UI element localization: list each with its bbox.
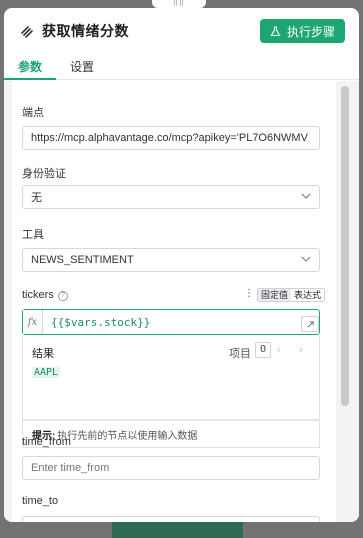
- chevron-right-icon[interactable]: ›: [299, 344, 303, 356]
- result-value: AAPL: [32, 367, 61, 378]
- tool-select[interactable]: NEWS_SENTIMENT: [22, 248, 320, 272]
- time-from-label: time_from: [22, 436, 71, 448]
- value-mode-toggle: 固定值 表达式: [257, 288, 326, 302]
- execute-step-button[interactable]: 执行步骤: [259, 19, 345, 43]
- expression-result-panel: 结果 项目 0 ‹ › AAPL: [22, 336, 320, 420]
- time-to-input[interactable]: [22, 516, 320, 522]
- open-editor-icon[interactable]: [301, 316, 319, 332]
- expression-text[interactable]: {{$vars.stock}}: [43, 316, 150, 329]
- mode-fixed-option[interactable]: 固定值: [258, 289, 292, 301]
- more-vertical-icon[interactable]: ⋮: [244, 287, 254, 301]
- mode-expression-option[interactable]: 表达式: [291, 289, 325, 301]
- scrollbar[interactable]: [341, 86, 349, 406]
- tab-parameters[interactable]: 参数: [4, 54, 57, 80]
- items-count[interactable]: 0: [255, 342, 271, 358]
- chevron-down-icon: [301, 193, 311, 199]
- fx-icon: fx: [23, 310, 43, 334]
- info-icon[interactable]: ?: [57, 291, 68, 301]
- tab-settings[interactable]: 设置: [56, 54, 108, 80]
- endpoint-input[interactable]: https://mcp.alphavantage.co/mcp?apikey='…: [22, 126, 320, 150]
- time-to-label: time_to: [22, 495, 59, 507]
- auth-select-value: 无: [31, 192, 42, 204]
- parameters-card: 端点 https://mcp.alphavantage.co/mcp?apike…: [12, 81, 336, 522]
- node-title[interactable]: 获取情绪分数: [42, 21, 129, 41]
- hint-text: 执行先前的节点以使用输入数据: [57, 430, 198, 442]
- chevron-left-icon[interactable]: ‹: [277, 344, 281, 356]
- execute-step-label: 执行步骤: [286, 24, 335, 39]
- chevron-down-icon: [301, 256, 311, 262]
- tickers-expression-input[interactable]: fx {{$vars.stock}}: [22, 309, 320, 335]
- tool-label: 工具: [22, 229, 44, 241]
- tickers-label: tickers?: [22, 289, 68, 301]
- flask-icon: [270, 25, 281, 36]
- tickers-label-text: tickers: [22, 289, 54, 301]
- node-details-panel: 获取情绪分数 执行步骤 参数 设置 端点 https://mcp.alphava…: [4, 8, 359, 522]
- auth-label: 身份验证: [22, 168, 66, 180]
- tool-select-value: NEWS_SENTIMENT: [31, 254, 134, 266]
- time-from-input[interactable]: [22, 456, 320, 480]
- node-tool-icon: [21, 26, 33, 38]
- items-label: 项目: [229, 348, 251, 360]
- auth-select[interactable]: 无: [22, 185, 320, 209]
- endpoint-label: 端点: [22, 107, 44, 119]
- result-title: 结果: [32, 348, 54, 360]
- drag-handle-icon: ⠿⠿: [172, 0, 186, 8]
- panel-header: 获取情绪分数 执行步骤: [4, 8, 359, 54]
- tab-bar: 参数 设置: [4, 54, 359, 80]
- drag-handle[interactable]: ⠿⠿: [152, 0, 206, 8]
